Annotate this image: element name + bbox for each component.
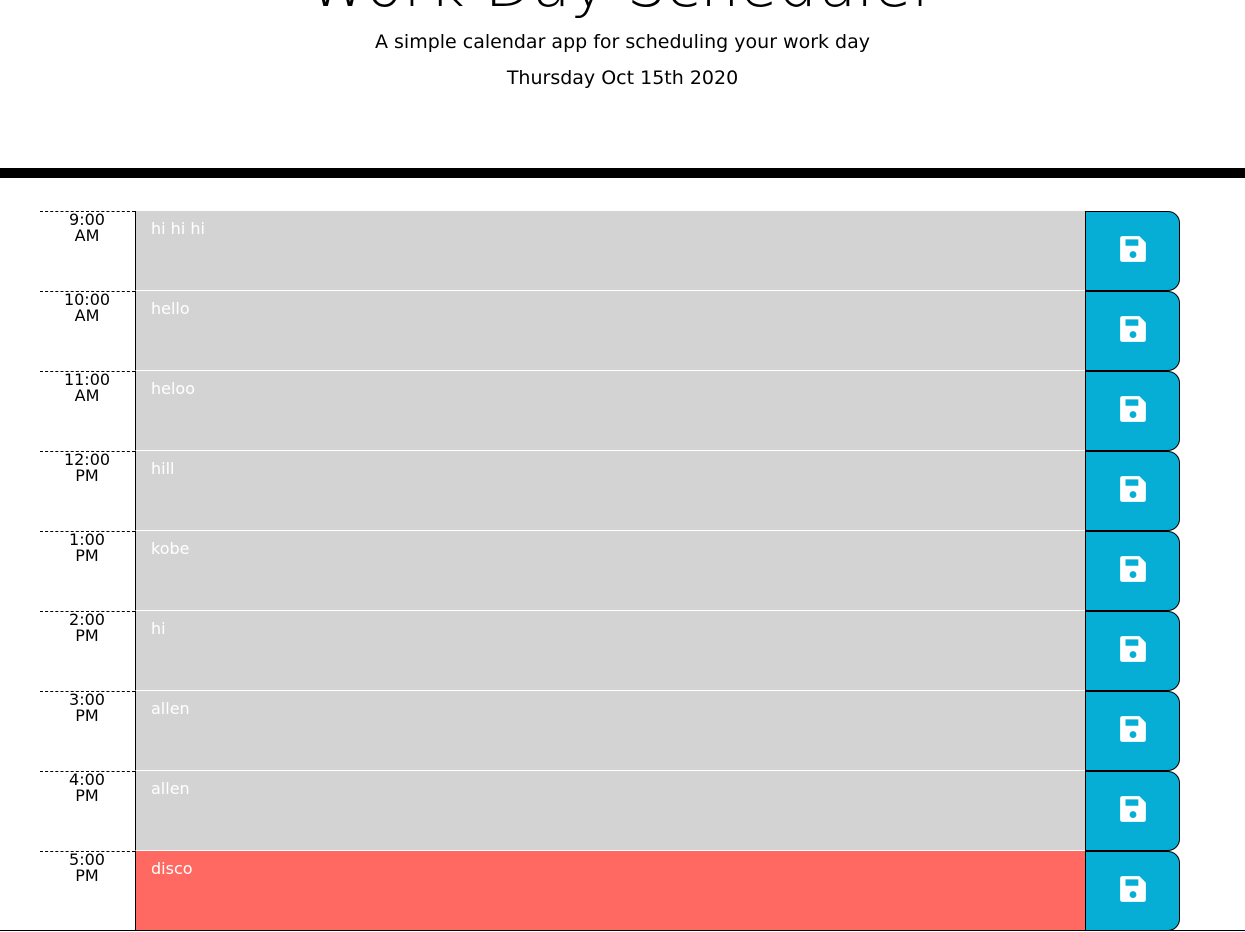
floppy-disk-icon <box>1118 474 1148 508</box>
time-block-row: 9:00 AM hi hi hi <box>40 211 1180 291</box>
save-button[interactable] <box>1085 851 1180 931</box>
hour-text: 12:00 PM <box>63 450 111 485</box>
header-divider <box>0 168 1245 178</box>
time-block-row: 4:00 PM allen <box>40 771 1180 851</box>
hour-label: 12:00 PM <box>40 451 135 531</box>
floppy-disk-icon <box>1118 714 1148 748</box>
hour-text: 3:00 PM <box>69 690 105 725</box>
hour-text: 9:00 AM <box>69 210 105 245</box>
time-block-row: 12:00 PM hill <box>40 451 1180 531</box>
hour-text: 10:00 AM <box>63 290 111 325</box>
floppy-disk-icon <box>1118 394 1148 428</box>
time-block-row: 10:00 AM hello <box>40 291 1180 371</box>
hour-text: 11:00 AM <box>63 370 111 405</box>
event-textarea[interactable]: allen <box>135 691 1085 771</box>
hour-label: 11:00 AM <box>40 371 135 451</box>
hour-label: 10:00 AM <box>40 291 135 371</box>
event-textarea[interactable]: hello <box>135 291 1085 371</box>
event-textarea[interactable]: disco <box>135 851 1085 931</box>
hour-label: 4:00 PM <box>40 771 135 851</box>
save-button[interactable] <box>1085 611 1180 691</box>
schedule-container: 9:00 AM hi hi hi 10:00 AM hello 11:00 AM helo… <box>40 211 1180 931</box>
hour-label: 2:00 PM <box>40 611 135 691</box>
hour-label: 9:00 AM <box>40 211 135 291</box>
floppy-disk-icon <box>1118 554 1148 588</box>
event-textarea[interactable]: heloo <box>135 371 1085 451</box>
floppy-disk-icon <box>1118 874 1148 908</box>
hour-label: 3:00 PM <box>40 691 135 771</box>
save-button[interactable] <box>1085 211 1180 291</box>
hour-label: 5:00 PM <box>40 851 135 931</box>
jumbotron-header: Work Day Scheduler A simple calendar app… <box>0 0 1245 168</box>
current-day: Thursday Oct 15th 2020 <box>506 67 739 89</box>
floppy-disk-icon <box>1118 794 1148 828</box>
save-button[interactable] <box>1085 771 1180 851</box>
hour-text: 5:00 PM <box>69 850 105 885</box>
save-button[interactable] <box>1085 371 1180 451</box>
floppy-disk-icon <box>1118 634 1148 668</box>
event-textarea[interactable]: allen <box>135 771 1085 851</box>
hour-label: 1:00 PM <box>40 531 135 611</box>
event-textarea[interactable]: hi hi hi <box>135 211 1085 291</box>
time-block-row: 3:00 PM allen <box>40 691 1180 771</box>
time-block-row: 1:00 PM kobe <box>40 531 1180 611</box>
hour-text: 2:00 PM <box>69 610 105 645</box>
save-button[interactable] <box>1085 691 1180 771</box>
time-block-row: 11:00 AM heloo <box>40 371 1180 451</box>
event-textarea[interactable]: kobe <box>135 531 1085 611</box>
floppy-disk-icon <box>1118 314 1148 348</box>
save-button[interactable] <box>1085 291 1180 371</box>
bottom-border <box>0 930 1245 931</box>
floppy-disk-icon <box>1118 234 1148 268</box>
page-subtitle: A simple calendar app for scheduling you… <box>374 31 871 53</box>
page-title: Work Day Scheduler <box>0 0 1245 16</box>
save-button[interactable] <box>1085 531 1180 611</box>
hour-text: 1:00 PM <box>69 530 105 565</box>
hour-text: 4:00 PM <box>69 770 105 805</box>
time-block-row: 2:00 PM hi <box>40 611 1180 691</box>
save-button[interactable] <box>1085 451 1180 531</box>
time-block-row: 5:00 PM disco <box>40 851 1180 931</box>
event-textarea[interactable]: hill <box>135 451 1085 531</box>
event-textarea[interactable]: hi <box>135 611 1085 691</box>
